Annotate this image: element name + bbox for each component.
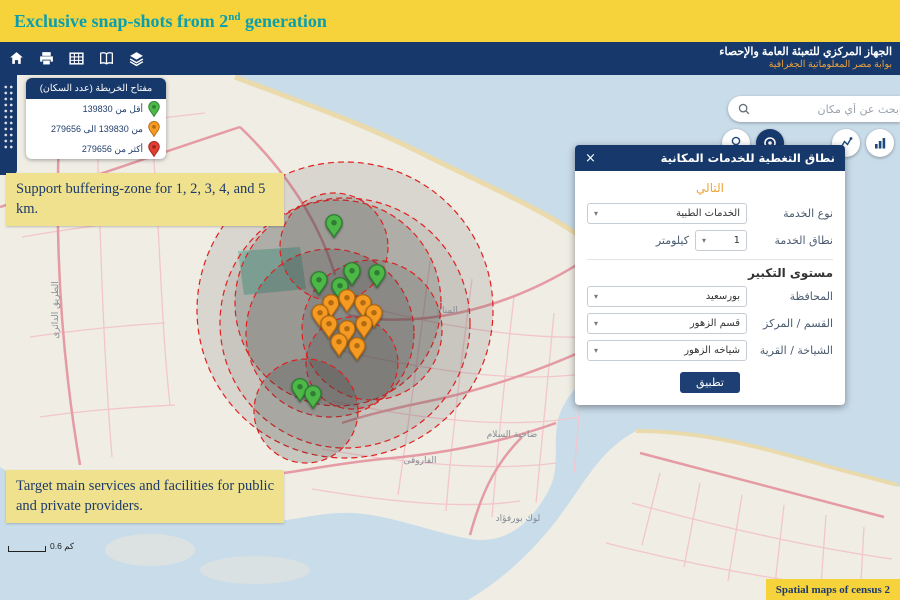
app-window: Exclusive snap-shots from 2nd generation… (0, 0, 900, 600)
map-place-label: المناخ (436, 306, 458, 316)
coverage-dialog: نطاق التغطية للخدمات المكانية × التالي ن… (575, 145, 845, 405)
search-bar (728, 96, 900, 122)
governorate-value: بورسعيد (706, 291, 740, 302)
footer-caption: Spatial maps of census 2 (766, 579, 900, 600)
print-icon[interactable] (38, 50, 55, 67)
legend-item: من 139830 الى 279656 (26, 119, 166, 139)
org-block: الجهاز المركزي للتعبئة العامة والإحصاء ب… (719, 46, 892, 72)
nav-icons (8, 50, 145, 67)
caret-down-icon: ▾ (594, 292, 598, 301)
legend-item: أكثر من 279656 (26, 139, 166, 159)
map-place-label: ضاحية السلام (487, 430, 538, 440)
org-title: الجهاز المركزي للتعبئة العامة والإحصاء (719, 46, 892, 60)
service-range-select[interactable]: 1▾ (695, 230, 747, 251)
village-label: الشياخة / القرية (753, 344, 833, 357)
map-place-label: لوك بورفؤاد (496, 514, 541, 524)
table-icon[interactable] (68, 50, 85, 67)
caret-down-icon: ▾ (702, 236, 706, 245)
service-range-label: نطاق الخدمة (753, 234, 833, 247)
search-input[interactable] (755, 102, 900, 117)
service-type-label: نوع الخدمة (753, 207, 833, 220)
legend-items: أقل من 139830من 139830 الى 279656أكثر من… (26, 99, 166, 159)
navbar: الجهاز المركزي للتعبئة العامة والإحصاء ب… (0, 42, 900, 75)
close-icon[interactable]: × (585, 152, 596, 165)
village-value: شياخه الزهور (684, 345, 740, 356)
top-banner: Exclusive snap-shots from 2nd generation (0, 0, 900, 42)
map-place-label: الفاروقى (403, 456, 436, 466)
statistics-tool-button[interactable] (866, 129, 894, 157)
legend-title: مفتاح الخريطة (عدد السكان) (26, 78, 166, 99)
legend-panel: مفتاح الخريطة (عدد السكان) أقل من 139830… (26, 78, 166, 159)
map-place-label: الطريق الدائرى (51, 281, 61, 338)
target-note: Target main services and facilities for … (6, 470, 284, 523)
banner-title: Exclusive snap-shots from 2nd generation (14, 11, 327, 32)
zoom-section-title: مستوى التكبير (587, 266, 833, 280)
buffer-note: Support buffering-zone for 1, 2, 3, 4, a… (6, 173, 284, 226)
org-subtitle: بوابة مصر المعلوماتية الجغرافية (719, 59, 892, 71)
green-map-pin[interactable] (304, 385, 322, 414)
governorate-label: المحافظة (753, 290, 833, 303)
district-label: القسم / المركز (753, 317, 833, 330)
next-link[interactable]: التالي (587, 181, 833, 195)
scale-line (8, 546, 46, 552)
district-select[interactable]: قسم الزهور ▾ (587, 313, 747, 334)
caret-down-icon: ▾ (594, 209, 598, 218)
orange-map-pin[interactable] (330, 333, 348, 362)
caret-down-icon: ▾ (594, 319, 598, 328)
dialog-title: نطاق التغطية للخدمات المكانية (661, 151, 835, 165)
dialog-body: التالي نوع الخدمة الخدمات الطبية ▾ نطاق ا… (575, 171, 845, 405)
home-icon[interactable] (8, 50, 25, 67)
legend-item: أقل من 139830 (26, 99, 166, 119)
drag-dots-icon (3, 84, 14, 150)
service-range-value: 1 (734, 235, 740, 246)
side-drawer-handle[interactable] (0, 75, 17, 175)
atlas-icon[interactable] (98, 50, 115, 67)
apply-button[interactable]: تطبيق (680, 372, 740, 393)
map-canvas[interactable]: المناخ ضاحية السلام الفاروقى لوك بورفؤاد الط… (0, 75, 900, 600)
green-map-pin[interactable] (368, 264, 386, 293)
dialog-header: نطاق التغطية للخدمات المكانية × (575, 145, 845, 171)
district-value: قسم الزهور (690, 318, 740, 329)
orange-pin-icon (148, 121, 160, 137)
layers-icon[interactable] (128, 50, 145, 67)
red-pin-icon (148, 141, 160, 157)
divider (587, 259, 833, 260)
search-icon[interactable] (737, 102, 751, 116)
governorate-select[interactable]: بورسعيد ▾ (587, 286, 747, 307)
service-type-value: الخدمات الطبية (676, 208, 740, 219)
caret-down-icon: ▾ (594, 346, 598, 355)
service-type-select[interactable]: الخدمات الطبية ▾ (587, 203, 747, 224)
orange-map-pin[interactable] (348, 337, 366, 366)
village-select[interactable]: شياخه الزهور ▾ (587, 340, 747, 361)
green-map-pin[interactable] (325, 214, 343, 243)
service-range-unit: كيلومتر (656, 234, 689, 247)
scale-label: 0.6 كم (50, 541, 74, 552)
scale-bar: 0.6 كم (8, 541, 74, 552)
green-pin-icon (148, 101, 160, 117)
